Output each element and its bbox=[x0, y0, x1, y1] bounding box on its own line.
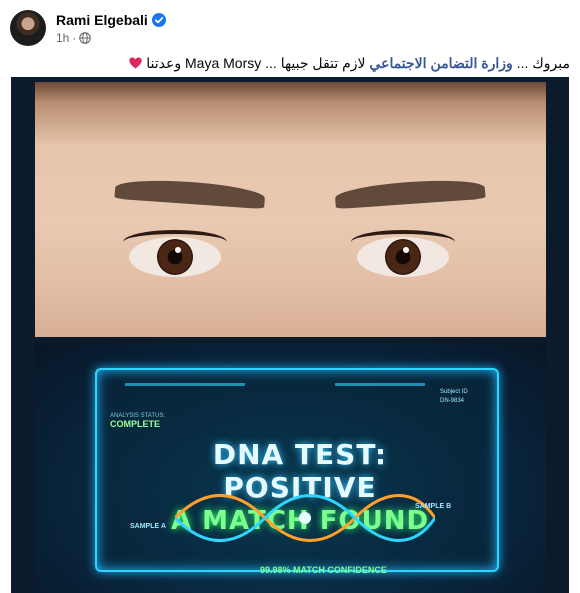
caption-mention-link[interactable]: وزارة التضامن الاجتماعي bbox=[369, 55, 512, 71]
left-eyebrow bbox=[114, 176, 266, 210]
subject-info: Subject ID DN-9834 bbox=[440, 388, 468, 406]
analysis-status: ANALYSIS STATUS: COMPLETE bbox=[110, 413, 165, 429]
verified-badge-icon bbox=[151, 13, 166, 27]
post-timestamp[interactable]: 1h bbox=[56, 31, 69, 45]
globe-icon[interactable] bbox=[79, 32, 92, 44]
sample-a-label: SAMPLE A bbox=[130, 523, 166, 530]
dna-test-screen-photo: ANALYSIS STATUS: COMPLETE Subject ID DN-… bbox=[35, 343, 546, 593]
right-eyebrow bbox=[334, 176, 486, 210]
eyes-closeup-photo bbox=[35, 82, 546, 337]
post-header: Rami Elgebali 1h · bbox=[10, 10, 570, 50]
sample-b-label: SAMPLE B bbox=[415, 503, 452, 510]
hud-bar bbox=[125, 383, 245, 386]
left-eye bbox=[129, 237, 221, 277]
author-name-row: Rami Elgebali bbox=[56, 12, 166, 28]
facebook-post: Rami Elgebali 1h · مبروك ... وزارة التضا… bbox=[0, 0, 580, 593]
right-eye bbox=[357, 237, 449, 277]
hud-bar bbox=[335, 383, 425, 386]
author-avatar[interactable] bbox=[10, 10, 46, 46]
match-confidence: 99.98% MATCH CONFIDENCE bbox=[260, 565, 387, 575]
caption-text-end: لازم تتقل جبيها ... Maya Morsy وعدتنا bbox=[146, 55, 370, 71]
author-name[interactable]: Rami Elgebali bbox=[56, 12, 148, 28]
post-meta: 1h · bbox=[56, 31, 92, 45]
subject-id-label: Subject ID bbox=[440, 389, 468, 395]
meta-separator: · bbox=[72, 31, 77, 45]
post-media[interactable]: ANALYSIS STATUS: COMPLETE Subject ID DN-… bbox=[11, 77, 569, 593]
analysis-status-value: COMPLETE bbox=[110, 419, 161, 429]
subject-id-code: DN-9834 bbox=[440, 398, 465, 404]
dna-helix-graphic bbox=[175, 494, 435, 542]
caption-text-start: مبروك ... bbox=[512, 55, 570, 71]
post-caption: مبروك ... وزارة التضامن الاجتماعي لازم ت… bbox=[10, 55, 570, 72]
heart-emoji-icon bbox=[129, 57, 143, 69]
